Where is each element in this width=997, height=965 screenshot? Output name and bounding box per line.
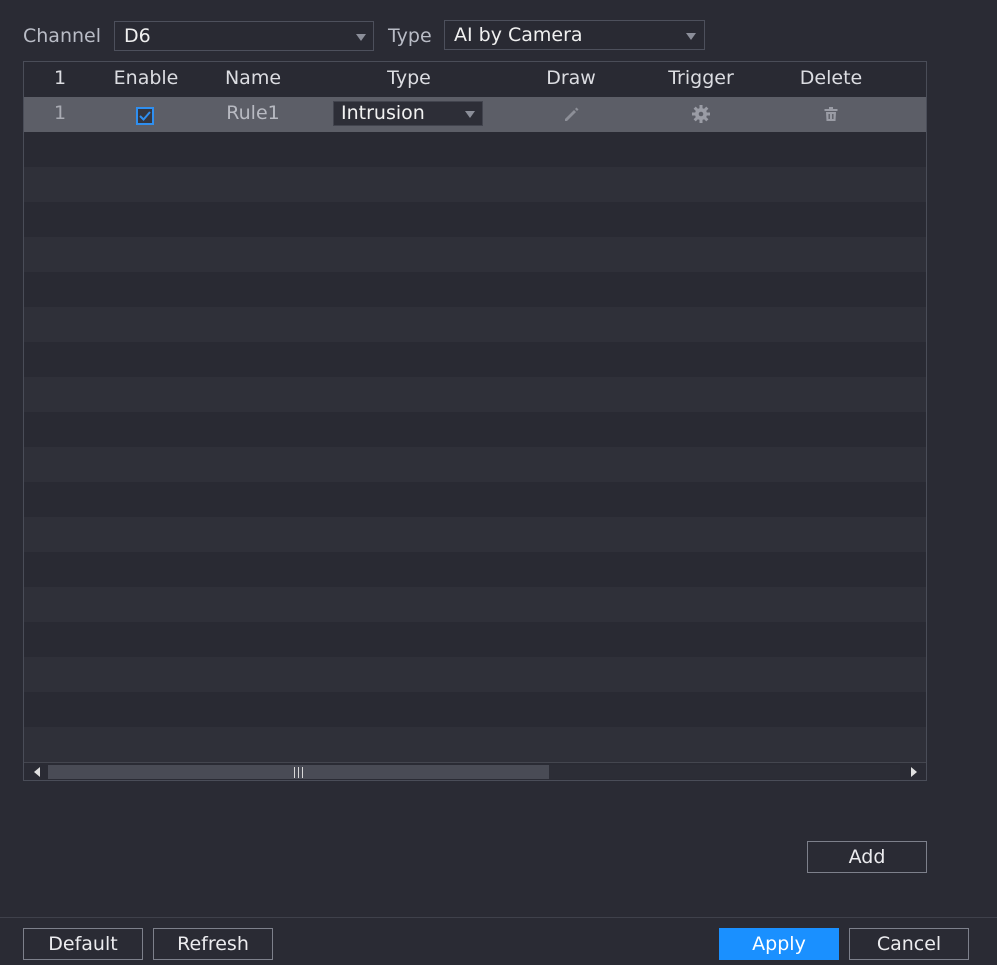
- cancel-button[interactable]: Cancel: [849, 928, 969, 960]
- empty-row: [24, 622, 926, 657]
- table-header: 1 Enable Name Type Draw Trigger Delete: [24, 62, 926, 97]
- rule-type-value: Intrusion: [341, 102, 425, 124]
- scroll-right-icon[interactable]: [911, 767, 917, 777]
- channel-select[interactable]: D6: [114, 21, 374, 51]
- empty-row: [24, 377, 926, 412]
- empty-row: [24, 202, 926, 237]
- table-row[interactable]: 1 Rule1 Intrusion: [24, 97, 926, 132]
- row-number: 1: [53, 102, 67, 124]
- channel-label: Channel: [23, 25, 102, 47]
- header-draw: Draw: [546, 67, 596, 89]
- empty-row: [24, 727, 926, 762]
- header-type: Type: [387, 67, 431, 89]
- type-label: Type: [388, 25, 432, 47]
- grip-icon: [294, 767, 303, 778]
- scroll-track[interactable]: [48, 765, 900, 779]
- chevron-down-icon: [465, 111, 475, 118]
- pencil-icon: [565, 107, 579, 121]
- add-button[interactable]: Add: [807, 841, 927, 873]
- empty-row: [24, 307, 926, 342]
- header-enable: Enable: [113, 67, 179, 89]
- draw-button[interactable]: [561, 104, 581, 124]
- empty-row: [24, 237, 926, 272]
- empty-row: [24, 517, 926, 552]
- header-delete: Delete: [799, 67, 863, 89]
- channel-select-value: D6: [124, 25, 151, 47]
- chevron-down-icon: [686, 33, 696, 40]
- empty-row: [24, 132, 926, 167]
- delete-button[interactable]: [821, 104, 841, 124]
- empty-row: [24, 272, 926, 307]
- check-icon: [139, 111, 151, 121]
- header-name: Name: [224, 67, 282, 89]
- rules-table: 1 Enable Name Type Draw Trigger Delete 1…: [23, 61, 927, 781]
- empty-row: [24, 167, 926, 202]
- type-select-value: AI by Camera: [454, 24, 583, 46]
- horizontal-scrollbar[interactable]: [24, 762, 926, 780]
- empty-row: [24, 552, 926, 587]
- scroll-left-icon[interactable]: [34, 767, 40, 777]
- gear-icon: [692, 105, 710, 123]
- trigger-button[interactable]: [691, 104, 711, 124]
- header-number: 1: [53, 67, 67, 89]
- type-select[interactable]: AI by Camera: [444, 20, 705, 50]
- rule-config-panel: Channel D6 Type AI by Camera 1 Enable Na…: [0, 0, 997, 965]
- default-button[interactable]: Default: [23, 928, 143, 960]
- rule-name: Rule1: [226, 102, 280, 124]
- enable-checkbox[interactable]: [136, 107, 154, 125]
- apply-button[interactable]: Apply: [719, 928, 839, 960]
- empty-row: [24, 412, 926, 447]
- trash-icon: [824, 107, 838, 121]
- empty-row: [24, 447, 926, 482]
- chevron-down-icon: [356, 34, 366, 41]
- empty-row: [24, 692, 926, 727]
- empty-row: [24, 657, 926, 692]
- header-trigger: Trigger: [668, 67, 734, 89]
- rule-type-select[interactable]: Intrusion: [333, 101, 483, 126]
- empty-row: [24, 482, 926, 517]
- empty-row: [24, 342, 926, 377]
- empty-row: [24, 587, 926, 622]
- refresh-button[interactable]: Refresh: [153, 928, 273, 960]
- footer-divider: [0, 917, 997, 918]
- scroll-thumb[interactable]: [48, 765, 549, 779]
